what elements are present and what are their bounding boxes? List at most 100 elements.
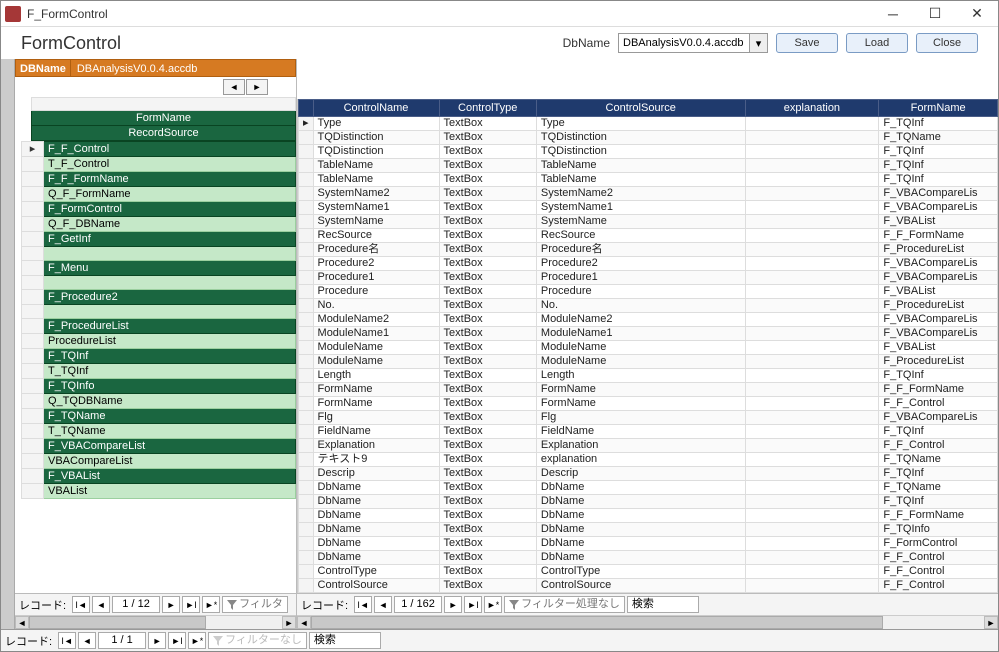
column-header[interactable]: explanation: [745, 100, 879, 117]
close-button[interactable]: ✕: [956, 1, 998, 27]
table-row[interactable]: Procedure1TextBoxProcedure1F_VBACompareL…: [299, 271, 998, 285]
outer-new-button[interactable]: ►*: [188, 632, 206, 649]
table-row[interactable]: ModuleName1TextBoxModuleName1F_VBACompar…: [299, 327, 998, 341]
list-item[interactable]: Q_F_DBName: [22, 217, 296, 232]
scroll-right-button2[interactable]: ►: [984, 616, 998, 629]
grid-new-button[interactable]: ►*: [484, 596, 502, 613]
table-row[interactable]: ControlTypeTextBoxControlTypeF_F_Control: [299, 565, 998, 579]
new-record-button[interactable]: ►*: [202, 596, 220, 613]
list-item[interactable]: F_TQName: [22, 409, 296, 424]
prev-record-button[interactable]: ◄: [223, 79, 245, 95]
outer-record-position[interactable]: 1 / 1: [98, 632, 146, 649]
right-hscrollbar[interactable]: ◄ ►: [297, 615, 998, 629]
outer-search-box[interactable]: 検索: [309, 632, 381, 649]
left-hscrollbar[interactable]: ◄ ►: [15, 615, 296, 629]
grid-record-position[interactable]: 1 / 162: [394, 596, 442, 613]
list-item[interactable]: F_VBACompareList: [22, 439, 296, 454]
table-row[interactable]: DbNameTextBoxDbNameF_TQName: [299, 481, 998, 495]
first-record-button[interactable]: I◄: [72, 596, 90, 613]
outer-filter-indicator[interactable]: フィルターなし: [208, 632, 307, 649]
table-row[interactable]: SystemName1TextBoxSystemName1F_VBACompar…: [299, 201, 998, 215]
list-item[interactable]: [22, 276, 296, 290]
list-item[interactable]: F_GetInf: [22, 232, 296, 247]
save-button[interactable]: Save: [776, 33, 838, 53]
table-row[interactable]: LengthTextBoxLengthF_TQInf: [299, 369, 998, 383]
table-row[interactable]: ▸TypeTextBoxTypeF_TQInf: [299, 117, 998, 131]
list-item[interactable]: [22, 305, 296, 319]
grid-next-button[interactable]: ►: [444, 596, 462, 613]
scroll-right-button[interactable]: ►: [282, 616, 296, 629]
column-header[interactable]: FormName: [879, 100, 998, 117]
outer-first-button[interactable]: I◄: [58, 632, 76, 649]
minimize-button[interactable]: ─: [872, 1, 914, 27]
list-item[interactable]: F_FormControl: [22, 202, 296, 217]
grid-filter-indicator[interactable]: フィルター処理なし: [504, 596, 625, 613]
list-item[interactable]: ProcedureList: [22, 334, 296, 349]
list-item[interactable]: ▸F_F_Control: [22, 142, 296, 157]
table-row[interactable]: DescripTextBoxDescripF_TQInf: [299, 467, 998, 481]
list-item[interactable]: [22, 247, 296, 261]
table-row[interactable]: Procedure2TextBoxProcedure2F_VBACompareL…: [299, 257, 998, 271]
filter-indicator[interactable]: フィルタ: [222, 596, 288, 613]
form-list[interactable]: ▸F_F_ControlT_F_ControlF_F_FormNameQ_F_F…: [21, 141, 296, 593]
next-record-button2[interactable]: ►: [162, 596, 180, 613]
table-row[interactable]: DbNameTextBoxDbNameF_F_Control: [299, 551, 998, 565]
table-row[interactable]: ModuleNameTextBoxModuleNameF_VBAList: [299, 341, 998, 355]
table-row[interactable]: No.TextBoxNo.F_ProcedureList: [299, 299, 998, 313]
table-row[interactable]: FieldNameTextBoxFieldNameF_TQInf: [299, 425, 998, 439]
list-item[interactable]: F_F_FormName: [22, 172, 296, 187]
list-item[interactable]: F_Menu: [22, 261, 296, 276]
record-selector-outer[interactable]: [1, 59, 15, 629]
table-row[interactable]: DbNameTextBoxDbNameF_TQInf: [299, 495, 998, 509]
list-item[interactable]: Q_TQDBName: [22, 394, 296, 409]
table-row[interactable]: FormNameTextBoxFormNameF_F_FormName: [299, 383, 998, 397]
table-row[interactable]: TableNameTextBoxTableNameF_TQInf: [299, 159, 998, 173]
table-row[interactable]: DbNameTextBoxDbNameF_TQInfo: [299, 523, 998, 537]
table-row[interactable]: ExplanationTextBoxExplanationF_F_Control: [299, 439, 998, 453]
table-row[interactable]: FlgTextBoxFlgF_VBACompareLis: [299, 411, 998, 425]
table-row[interactable]: ModuleNameTextBoxModuleNameF_ProcedureLi…: [299, 355, 998, 369]
list-item[interactable]: T_TQName: [22, 424, 296, 439]
load-button[interactable]: Load: [846, 33, 908, 53]
grid-first-button[interactable]: I◄: [354, 596, 372, 613]
column-header[interactable]: ControlSource: [536, 100, 745, 117]
table-row[interactable]: SystemName2TextBoxSystemName2F_VBACompar…: [299, 187, 998, 201]
last-record-button[interactable]: ►I: [182, 596, 200, 613]
maximize-button[interactable]: ☐: [914, 1, 956, 27]
table-row[interactable]: ControlSourceTextBoxControlSourceF_F_Con…: [299, 579, 998, 593]
outer-last-button[interactable]: ►I: [168, 632, 186, 649]
list-item[interactable]: T_TQInf: [22, 364, 296, 379]
table-row[interactable]: Procedure名TextBoxProcedure名F_ProcedureLi…: [299, 243, 998, 257]
list-item[interactable]: T_F_Control: [22, 157, 296, 172]
table-row[interactable]: ProcedureTextBoxProcedureF_VBAList: [299, 285, 998, 299]
outer-next-button[interactable]: ►: [148, 632, 166, 649]
scroll-left-button[interactable]: ◄: [15, 616, 29, 629]
scroll-left-button2[interactable]: ◄: [297, 616, 311, 629]
table-row[interactable]: RecSourceTextBoxRecSourceF_F_FormName: [299, 229, 998, 243]
column-header[interactable]: ControlName: [313, 100, 439, 117]
column-header[interactable]: ControlType: [439, 100, 536, 117]
table-row[interactable]: TQDistinctionTextBoxTQDistinctionF_TQNam…: [299, 131, 998, 145]
next-record-button[interactable]: ►: [246, 79, 268, 95]
list-item[interactable]: F_TQInfo: [22, 379, 296, 394]
table-row[interactable]: DbNameTextBoxDbNameF_F_FormName: [299, 509, 998, 523]
list-item[interactable]: Q_F_FormName: [22, 187, 296, 202]
table-row[interactable]: DbNameTextBoxDbNameF_FormControl: [299, 537, 998, 551]
table-row[interactable]: TQDistinctionTextBoxTQDistinctionF_TQInf: [299, 145, 998, 159]
table-row[interactable]: テキスト9TextBoxexplanationF_TQName: [299, 453, 998, 467]
prev-record-button2[interactable]: ◄: [92, 596, 110, 613]
close-form-button[interactable]: Close: [916, 33, 978, 53]
chevron-down-icon[interactable]: ▾: [749, 34, 767, 52]
grid-prev-button[interactable]: ◄: [374, 596, 392, 613]
grid-search-box[interactable]: 検索: [627, 596, 699, 613]
list-item[interactable]: VBAList: [22, 484, 296, 499]
table-row[interactable]: FormNameTextBoxFormNameF_F_Control: [299, 397, 998, 411]
list-item[interactable]: F_Procedure2: [22, 290, 296, 305]
list-item[interactable]: F_TQInf: [22, 349, 296, 364]
control-grid[interactable]: ControlNameControlTypeControlSourceexpla…: [297, 99, 998, 593]
table-row[interactable]: ModuleName2TextBoxModuleName2F_VBACompar…: [299, 313, 998, 327]
grid-last-button[interactable]: ►I: [464, 596, 482, 613]
record-position[interactable]: 1 / 12: [112, 596, 160, 613]
list-item[interactable]: VBACompareList: [22, 454, 296, 469]
list-item[interactable]: F_VBAList: [22, 469, 296, 484]
